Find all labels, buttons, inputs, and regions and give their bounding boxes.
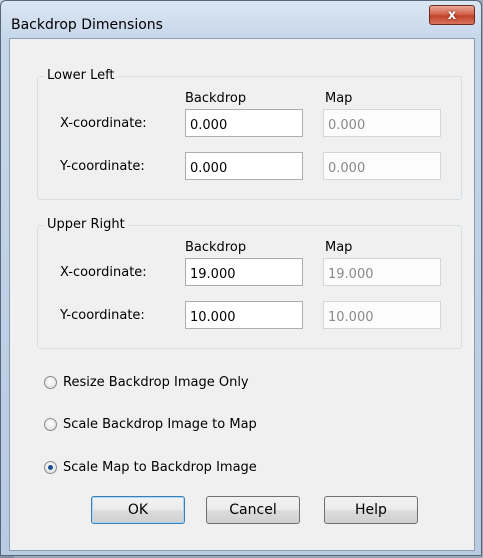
close-icon: x [447,7,457,23]
upper-right-x-label: X-coordinate: [60,265,147,280]
dialog-body: Lower Left Backdrop Map X-coordinate: Y-… [9,38,475,551]
upper-right-map-header: Map [325,240,353,255]
upper-right-group-label: Upper Right [44,217,128,232]
dialog-window: Backdrop Dimensions x Lower Left Backdro… [0,0,482,556]
lower-left-map-header: Map [325,91,353,106]
option-scale-map[interactable]: Scale Map to Backdrop Image [44,460,257,475]
option-scale-backdrop[interactable]: Scale Backdrop Image to Map [44,417,257,432]
lower-left-y-backdrop-field[interactable] [185,152,303,180]
lower-left-y-label: Y-coordinate: [60,159,145,174]
window-title: Backdrop Dimensions [11,17,163,33]
upper-right-y-label: Y-coordinate: [60,308,145,323]
cancel-button[interactable]: Cancel [206,496,300,524]
option-scale-backdrop-label: Scale Backdrop Image to Map [63,417,257,432]
upper-right-y-map-field [323,301,441,329]
radio-scale-backdrop[interactable] [44,418,57,431]
lower-left-y-map-field [323,152,441,180]
lower-left-x-label: X-coordinate: [60,116,147,131]
upper-right-x-backdrop-field[interactable] [185,258,303,286]
lower-left-group-label: Lower Left [44,68,118,83]
lower-left-x-map-field [323,109,441,137]
option-resize-backdrop-label: Resize Backdrop Image Only [63,375,249,390]
lower-left-x-backdrop-field[interactable] [185,109,303,137]
option-resize-backdrop[interactable]: Resize Backdrop Image Only [44,375,249,390]
upper-right-group: Upper Right Backdrop Map X-coordinate: Y… [37,217,462,349]
option-scale-map-label: Scale Map to Backdrop Image [63,460,257,475]
lower-left-backdrop-header: Backdrop [185,91,247,106]
lower-left-group: Lower Left Backdrop Map X-coordinate: Y-… [37,68,462,200]
radio-resize-backdrop[interactable] [44,376,57,389]
close-button[interactable]: x [429,5,475,25]
help-button[interactable]: Help [324,496,418,524]
upper-right-x-map-field [323,258,441,286]
ok-button[interactable]: OK [91,496,185,524]
upper-right-y-backdrop-field[interactable] [185,301,303,329]
radio-scale-map[interactable] [44,461,57,474]
upper-right-backdrop-header: Backdrop [185,240,247,255]
